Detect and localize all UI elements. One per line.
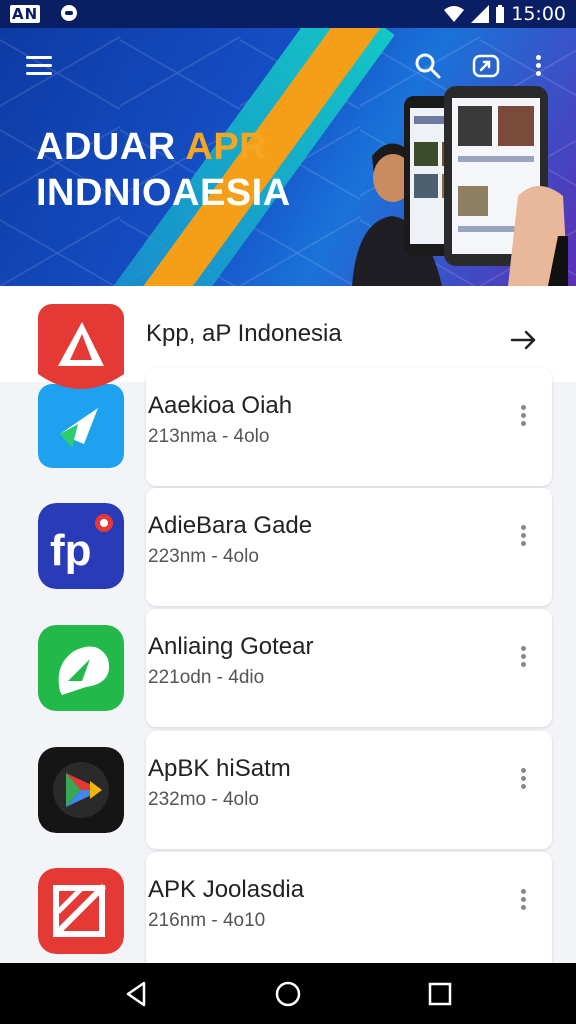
back-icon[interactable] xyxy=(122,979,152,1009)
more-vert-icon[interactable] xyxy=(516,402,530,432)
list-item-app-4[interactable]: ApBK hiSatm 232mo - 4olo xyxy=(146,731,552,849)
app-meta: 223nm - 4olo xyxy=(148,546,259,567)
carrier-badge: AN xyxy=(10,5,41,23)
more-vert-icon[interactable] xyxy=(516,643,530,673)
green-chat-icon xyxy=(38,625,124,711)
red-white-arrow-icon xyxy=(38,304,124,468)
status-left: AN xyxy=(10,4,78,24)
hero-title-part1: ADUAR xyxy=(36,126,176,168)
more-vert-icon[interactable] xyxy=(516,886,530,916)
status-bar: AN 15:00 xyxy=(0,0,576,28)
system-nav-bar xyxy=(0,963,576,1024)
status-right: 15:00 xyxy=(443,3,566,25)
app-icon-4[interactable] xyxy=(38,747,124,833)
battery-icon xyxy=(496,5,505,23)
list-item-app-2[interactable]: AdieBara Gade 223nm - 4olo xyxy=(146,488,552,606)
featured-app-icon[interactable] xyxy=(38,304,124,468)
app-name: APK Joolasdia xyxy=(148,876,305,903)
clock: 15:00 xyxy=(511,3,566,25)
fp-logo-icon: fp xyxy=(38,503,124,589)
recents-icon[interactable] xyxy=(425,979,455,1009)
notification-icon xyxy=(61,5,78,21)
list-item-app-5[interactable]: APK Joolasdia 216nm - 4o10 xyxy=(146,852,552,970)
search-icon[interactable] xyxy=(414,52,442,80)
app-icon-5[interactable] xyxy=(38,868,124,954)
more-options-icon[interactable] xyxy=(530,52,546,82)
app-name: Anliaing Gotear xyxy=(148,633,314,660)
play-store-icon xyxy=(38,747,124,833)
arrow-right-icon[interactable] xyxy=(510,326,538,354)
app-meta: 213nma - 4olo xyxy=(148,426,270,447)
hero-title-accent: APR xyxy=(185,126,268,168)
hamburger-menu-icon[interactable] xyxy=(26,56,52,76)
app-icon-2[interactable]: fp xyxy=(38,503,124,589)
red-crossed-box-icon xyxy=(38,868,124,954)
app-meta: 216nm - 4o10 xyxy=(148,910,266,931)
wifi-icon xyxy=(444,6,465,22)
list-item-app-1[interactable]: Aaekioa Oiah 213nma - 4olo xyxy=(146,368,552,486)
hero-title-line2: INDNIOAESIA xyxy=(36,172,291,214)
hero-phones-image xyxy=(404,86,568,286)
more-vert-icon[interactable] xyxy=(516,522,530,552)
featured-label: Kpp, aP Indonesia xyxy=(146,320,342,347)
more-vert-icon[interactable] xyxy=(516,765,530,795)
app-meta: 232mo - 4olo xyxy=(148,789,259,810)
svg-text:fp: fp xyxy=(50,526,92,575)
app-name: Aaekioa Oiah xyxy=(148,392,293,419)
list-item-app-3[interactable]: Anliaing Gotear 221odn - 4dio xyxy=(146,609,552,727)
app-name: AdieBara Gade xyxy=(148,512,313,539)
hero-title: ADUAR APR INDNIOAESIA xyxy=(36,124,291,216)
app-meta: 221odn - 4dio xyxy=(148,667,265,688)
signal-icon xyxy=(471,5,490,23)
home-icon[interactable] xyxy=(273,979,303,1009)
app-name: ApBK hiSatm xyxy=(148,755,291,782)
hero-banner: ADUAR APR INDNIOAESIA xyxy=(0,28,576,286)
app-icon-3[interactable] xyxy=(38,625,124,711)
share-icon[interactable] xyxy=(472,52,500,80)
